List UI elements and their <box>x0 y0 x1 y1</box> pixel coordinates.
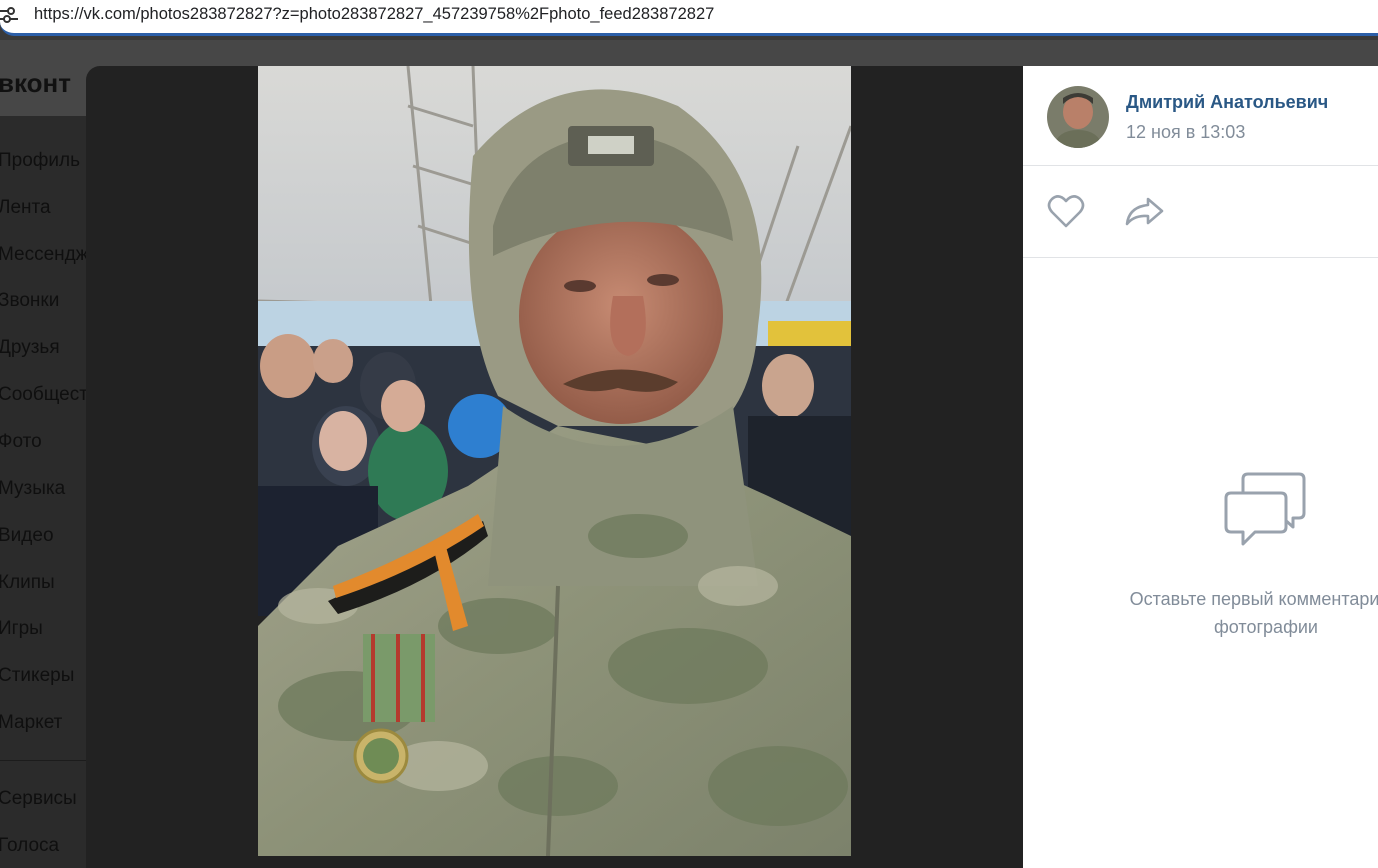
nav-item-profile[interactable]: Профиль <box>0 150 80 172</box>
share-arrow-icon[interactable] <box>1124 194 1166 230</box>
post-date[interactable]: 12 ноя в 13:03 <box>1126 122 1245 143</box>
nav-divider <box>0 760 88 761</box>
nav-item-messenger[interactable]: Мессендж <box>0 244 88 266</box>
nav-item-feed[interactable]: Лента <box>0 197 51 219</box>
nav-item-photos[interactable]: Фото <box>0 431 42 453</box>
nav-item-services[interactable]: Сервисы <box>0 788 77 810</box>
nav-item-music[interactable]: Музыка <box>0 478 65 500</box>
nav-item-friends[interactable]: Друзья <box>0 337 60 359</box>
site-logo[interactable]: вконт <box>0 68 71 99</box>
nav-item-stickers[interactable]: Стикеры <box>0 665 74 687</box>
nav-item-calls[interactable]: Звонки <box>0 290 59 312</box>
url-text[interactable]: https://vk.com/photos283872827?z=photo28… <box>34 5 714 24</box>
nav-item-games[interactable]: Игры <box>0 618 43 640</box>
header-divider <box>1023 165 1378 166</box>
photo[interactable] <box>258 66 851 856</box>
nav-item-votes[interactable]: Голоса <box>0 835 59 857</box>
author-name[interactable]: Дмитрий Анатольевич <box>1126 92 1328 113</box>
address-bar[interactable]: https://vk.com/photos283872827?z=photo28… <box>0 0 1378 36</box>
user-avatar[interactable] <box>1047 86 1109 148</box>
actions-divider <box>1023 257 1378 258</box>
nav-item-clips[interactable]: Клипы <box>0 572 55 594</box>
empty-comments-line2: фотографии <box>1214 617 1318 637</box>
photo-side-panel: Дмитрий Анатольевич 12 ноя в 13:03 Остав… <box>1023 66 1378 868</box>
nav-item-video[interactable]: Видео <box>0 525 54 547</box>
nav-item-market[interactable]: Маркет <box>0 712 62 734</box>
nav-item-communities[interactable]: Сообщест <box>0 384 88 406</box>
photo-viewer-modal: Дмитрий Анатольевич 12 ноя в 13:03 Остав… <box>86 66 1378 868</box>
empty-comments-line1: Оставьте первый комментарий к <box>1129 589 1378 609</box>
empty-comments-text: Оставьте первый комментарий к фотографии <box>1083 585 1378 641</box>
tune-icon[interactable] <box>0 6 20 24</box>
comments-bubble-icon <box>1223 471 1307 549</box>
heart-icon[interactable] <box>1047 194 1085 230</box>
